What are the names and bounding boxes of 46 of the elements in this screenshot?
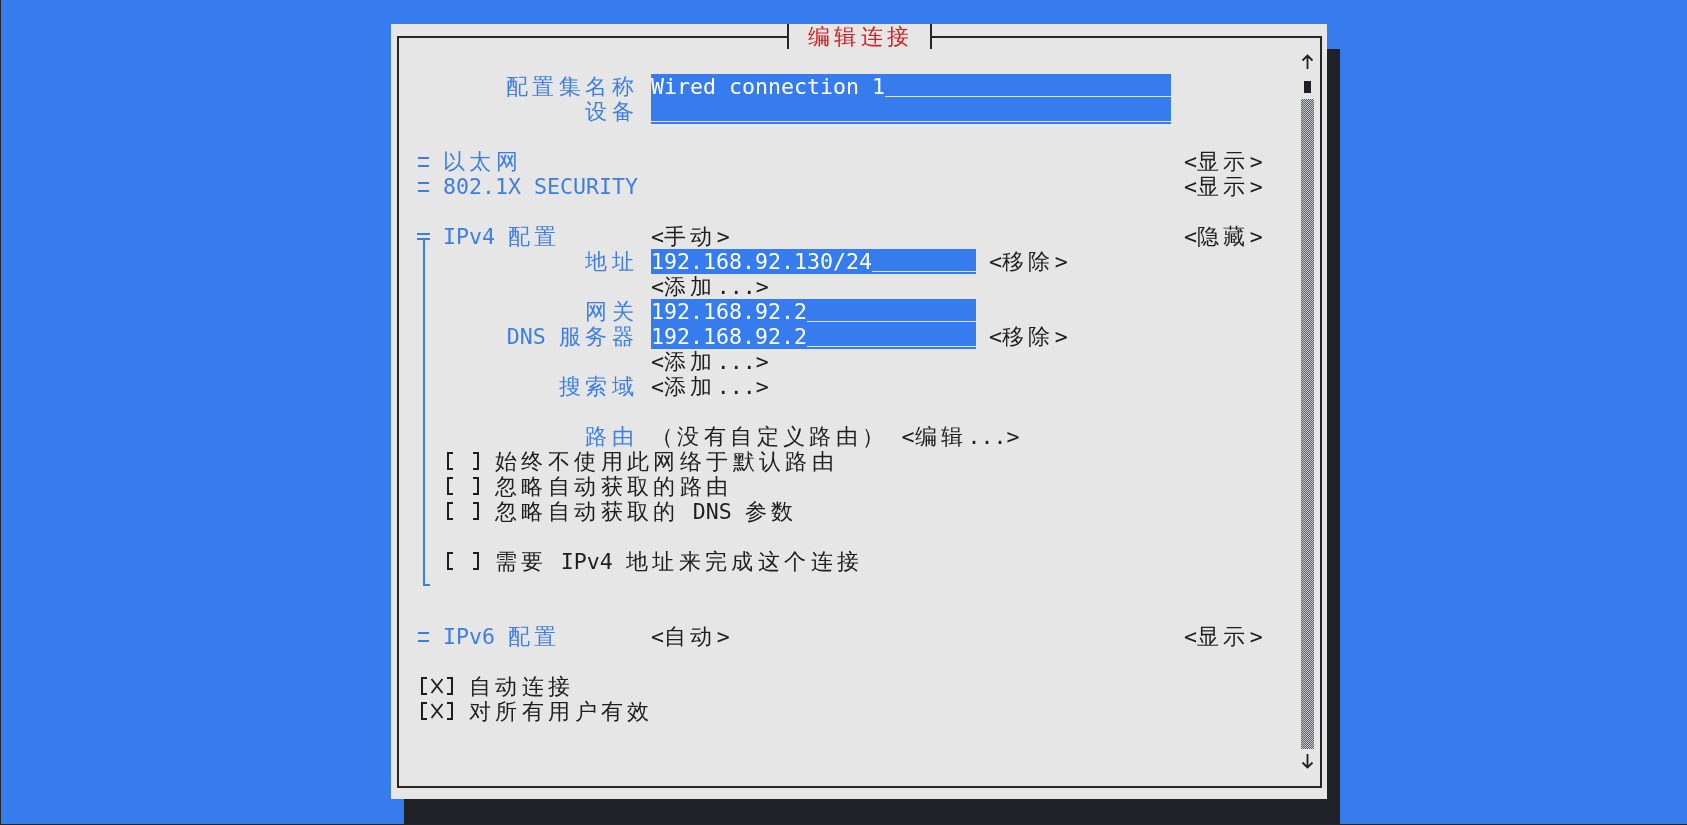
checkbox[interactable] — [420, 702, 453, 720]
checkbox-label: 需要 IPv4 地址来完成这个连接 — [495, 549, 864, 574]
toggle-button[interactable]: <显示> — [1184, 174, 1263, 199]
scrollbar-track[interactable] — [1301, 99, 1314, 749]
section-title: IPv6 配置 — [443, 624, 562, 649]
section-title: IPv4 配置 — [443, 224, 562, 249]
text-field[interactable]: Wired connection 1 — [651, 74, 1171, 99]
toggle-button[interactable]: <显示> — [1184, 624, 1263, 649]
arrow-up-icon[interactable] — [1301, 54, 1314, 69]
mode-button[interactable]: <自动> — [651, 624, 730, 649]
text-field[interactable]: 192.168.92.130/24 — [651, 249, 976, 274]
scroll-thumb[interactable] — [1304, 80, 1311, 93]
field-label: 地址 — [584, 249, 638, 274]
add-button[interactable]: <添加...> — [651, 374, 769, 399]
checkbox[interactable] — [446, 477, 479, 495]
section-title: 以太网 — [443, 149, 524, 174]
field-label: 搜索域 — [557, 374, 638, 399]
add-button[interactable]: <添加...> — [651, 274, 769, 299]
dialog-title: 编辑连接 — [786, 24, 932, 49]
route-summary: （没有自定义路由） — [651, 424, 889, 449]
checkbox-label: 始终不使用此网络于默认路由 — [495, 449, 839, 474]
text-field[interactable]: 192.168.92.2 — [651, 324, 976, 349]
text-field[interactable]: 192.168.92.2 — [651, 299, 976, 324]
checkbox[interactable] — [446, 452, 479, 470]
edit-button[interactable]: <编辑...> — [901, 424, 1020, 449]
mode-button[interactable]: <手动> — [651, 224, 730, 249]
checkbox[interactable] — [420, 677, 453, 695]
checkbox-label: 对所有用户有效 — [469, 699, 654, 724]
field-label: 路由 — [584, 424, 638, 449]
checkbox[interactable] — [446, 502, 479, 520]
remove-button[interactable]: <移除> — [989, 249, 1068, 274]
section-title: 802.1X SECURITY — [443, 174, 639, 199]
field-label: 设备 — [584, 99, 638, 124]
text-field[interactable] — [651, 99, 1171, 124]
checkbox-label: 自动连接 — [469, 674, 575, 699]
toggle-button[interactable]: <隐藏> — [1184, 224, 1263, 249]
arrow-down-icon[interactable] — [1301, 754, 1314, 769]
checkbox[interactable] — [446, 552, 479, 570]
remove-button[interactable]: <移除> — [989, 324, 1068, 349]
checkbox-label: 忽略自动获取的 DNS 参数 — [495, 499, 798, 524]
toggle-button[interactable]: <显示> — [1184, 149, 1263, 174]
field-label: 网关 — [584, 299, 638, 324]
field-label: DNS 服务器 — [505, 324, 638, 349]
field-label: 配置集名称 — [505, 74, 638, 99]
add-button[interactable]: <添加...> — [651, 349, 769, 374]
checkbox-label: 忽略自动获取的路由 — [495, 474, 733, 499]
